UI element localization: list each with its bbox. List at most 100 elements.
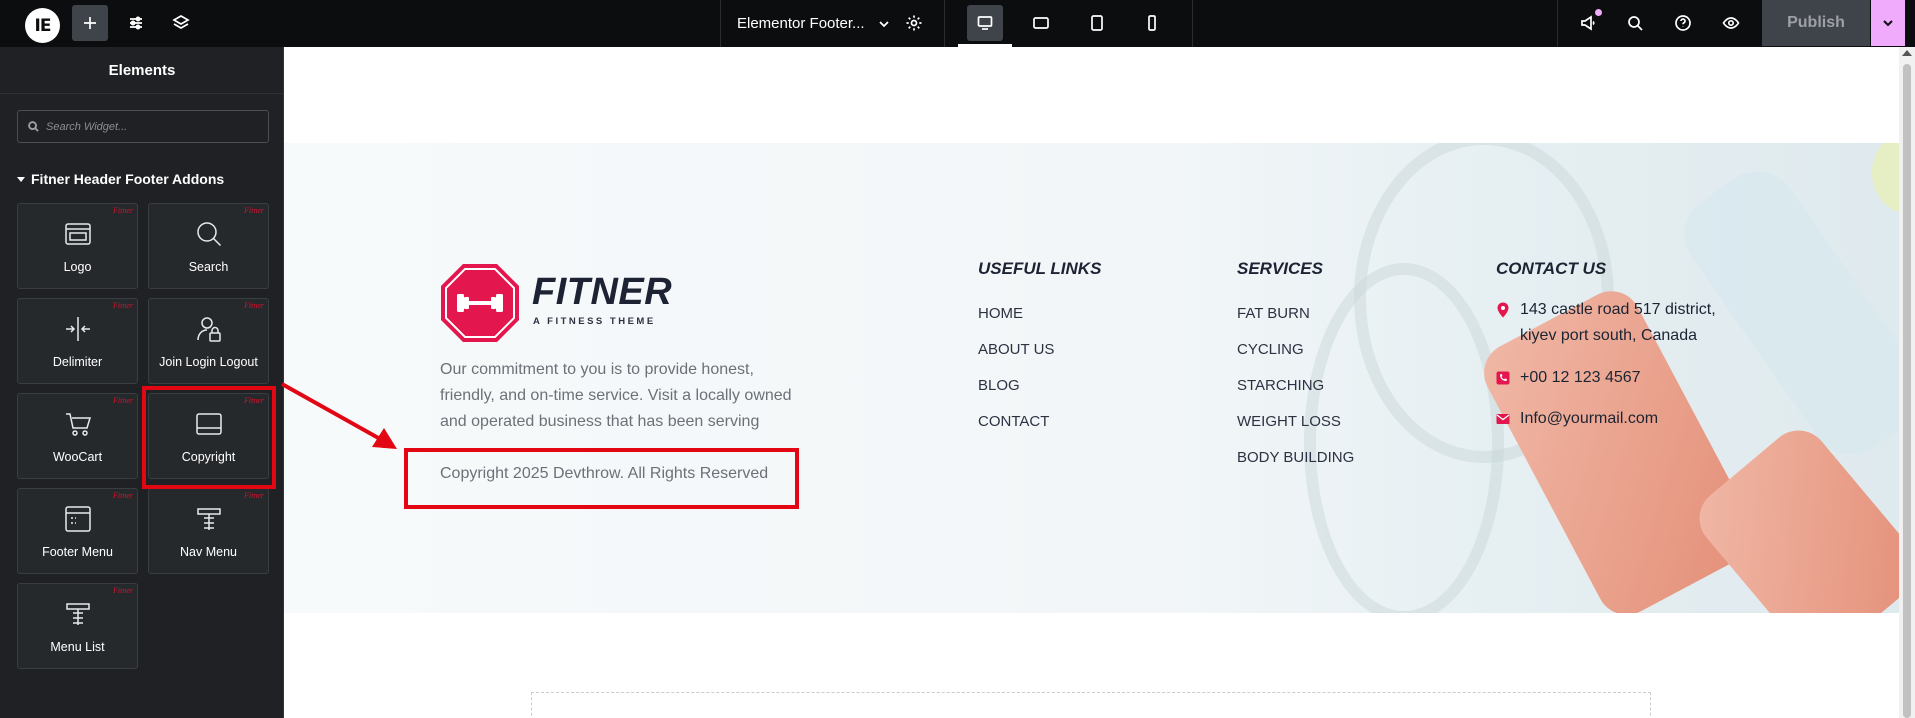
publish-options-button[interactable] <box>1871 0 1905 46</box>
widget-badge: Fitner <box>244 206 264 215</box>
widget-nav-menu[interactable]: Fitner Nav Menu <box>148 488 269 574</box>
search-icon <box>193 218 225 250</box>
tablet-landscape-icon <box>1033 17 1049 29</box>
highlight-box-copyright-widget <box>142 386 276 489</box>
search-icon <box>28 121 39 132</box>
widget-label: Footer Menu <box>42 545 113 559</box>
site-settings-button[interactable] <box>118 5 154 41</box>
device-mobile-button[interactable] <box>1134 5 1170 41</box>
widget-label: Join Login Logout <box>159 355 258 369</box>
divider <box>1192 0 1193 47</box>
elements-panel: Elements Fitner Header Footer Addons Fit… <box>0 47 284 718</box>
address-line: kiyev port south, Canada <box>1520 327 1697 344</box>
widget-label: Menu List <box>50 640 105 654</box>
services-title: SERVICES <box>1237 259 1323 278</box>
settings-icon <box>906 15 922 31</box>
editor-topbar: IE Elementor Footer... Publish <box>0 0 1915 47</box>
nav-menu-icon <box>193 503 225 535</box>
background-apple-image <box>1872 143 1899 213</box>
menu-list-icon <box>62 598 94 630</box>
phone-number[interactable]: +00 12 123 4567 <box>1520 365 1641 391</box>
structure-button[interactable] <box>163 5 199 41</box>
category-toggle[interactable]: Fitner Header Footer Addons <box>17 171 224 187</box>
divider <box>720 0 721 47</box>
chevron-down-icon <box>878 20 889 27</box>
footer-section[interactable]: FITNER A FITNESS THEME Our commitment to… <box>284 143 1899 613</box>
service-link[interactable]: STARCHING <box>1237 377 1354 413</box>
desktop-icon <box>977 16 993 30</box>
widget-footer-menu[interactable]: Fitner Footer Menu <box>17 488 138 574</box>
footer-link[interactable]: ABOUT US <box>978 341 1054 377</box>
finder-button[interactable] <box>1617 5 1653 41</box>
contact-address: 143 castle road 517 district, kiyev port… <box>1496 297 1716 349</box>
caret-down-icon <box>17 176 25 182</box>
widget-join-login-logout[interactable]: Fitner Join Login Logout <box>148 298 269 384</box>
device-tablet-landscape-button[interactable] <box>1023 5 1059 41</box>
widget-badge: Fitner <box>113 206 133 215</box>
help-button[interactable] <box>1665 5 1701 41</box>
widget-search-box[interactable] <box>17 110 269 143</box>
useful-links-list: HOME ABOUT US BLOG CONTACT <box>978 305 1054 449</box>
document-title-dropdown[interactable]: Elementor Footer... <box>737 0 891 47</box>
footer-menu-icon <box>62 503 94 535</box>
tablet-portrait-icon <box>1091 15 1103 31</box>
megaphone-icon <box>1581 15 1595 31</box>
widget-label: WooCart <box>52 450 103 464</box>
contact-phone: +00 12 123 4567 <box>1496 365 1641 391</box>
service-link[interactable]: CYCLING <box>1237 341 1354 377</box>
user-lock-icon <box>193 313 225 345</box>
footer-link[interactable]: HOME <box>978 305 1054 341</box>
search-icon <box>1628 16 1643 31</box>
widget-badge: Fitner <box>244 491 264 500</box>
email-address[interactable]: Info@yourmail.com <box>1520 406 1658 432</box>
widget-label: Search <box>188 260 229 274</box>
widget-woocart[interactable]: Fitner WooCart <box>17 393 138 479</box>
brand-tagline: A FITNESS THEME <box>533 316 656 327</box>
service-link[interactable]: BODY BUILDING <box>1237 449 1354 485</box>
phone-icon <box>1496 371 1510 385</box>
notifications-button[interactable] <box>1570 5 1606 41</box>
document-title: Elementor Footer... <box>737 15 865 32</box>
footer-link[interactable]: BLOG <box>978 377 1054 413</box>
page-settings-button[interactable] <box>896 5 932 41</box>
highlight-box-copyright-text <box>404 448 799 509</box>
elementor-logo-icon[interactable]: IE <box>25 8 60 43</box>
scroll-up-arrow-icon[interactable] <box>1902 50 1912 56</box>
preview-canvas: FITNER A FITNESS THEME Our commitment to… <box>284 47 1899 718</box>
device-tablet-button[interactable] <box>1079 5 1115 41</box>
eye-icon <box>1722 17 1740 29</box>
category-title: Fitner Header Footer Addons <box>31 171 225 187</box>
fitner-logo-icon <box>441 264 519 342</box>
widget-badge: Fitner <box>113 491 133 500</box>
device-desktop-button[interactable] <box>958 5 1012 47</box>
widget-badge: Fitner <box>113 301 133 310</box>
contact-title: CONTACT US <box>1496 259 1607 278</box>
widget-logo[interactable]: Fitner Logo <box>17 203 138 289</box>
address-line: 143 castle road 517 district, <box>1520 301 1716 318</box>
service-link[interactable]: FAT BURN <box>1237 305 1354 341</box>
sliders-icon <box>130 16 142 30</box>
annotation-arrow-icon <box>281 382 397 449</box>
useful-links-title: USEFUL LINKS <box>978 259 1102 278</box>
notification-dot <box>1595 9 1602 16</box>
preview-button[interactable] <box>1713 5 1749 41</box>
contact-email: Info@yourmail.com <box>1496 406 1658 432</box>
widget-delimiter[interactable]: Fitner Delimiter <box>17 298 138 384</box>
divider <box>1557 0 1558 47</box>
widget-menu-list[interactable]: Fitner Menu List <box>17 583 138 669</box>
footer-link[interactable]: CONTACT <box>978 413 1054 449</box>
widget-search-input[interactable] <box>46 120 246 133</box>
about-text: Our commitment to you is to provide hone… <box>440 361 792 430</box>
publish-button[interactable]: Publish <box>1762 0 1870 46</box>
scrollbar-thumb[interactable] <box>1903 64 1911 718</box>
empty-section-dropzone[interactable] <box>531 692 1651 718</box>
add-element-button[interactable] <box>72 5 108 41</box>
widget-search[interactable]: Fitner Search <box>148 203 269 289</box>
widget-label: Nav Menu <box>180 545 237 559</box>
service-link[interactable]: WEIGHT LOSS <box>1237 413 1354 449</box>
plus-icon <box>84 17 96 29</box>
widget-badge: Fitner <box>113 396 133 405</box>
mobile-icon <box>1148 15 1156 31</box>
help-icon <box>1675 15 1691 31</box>
logo-icon <box>62 218 94 250</box>
